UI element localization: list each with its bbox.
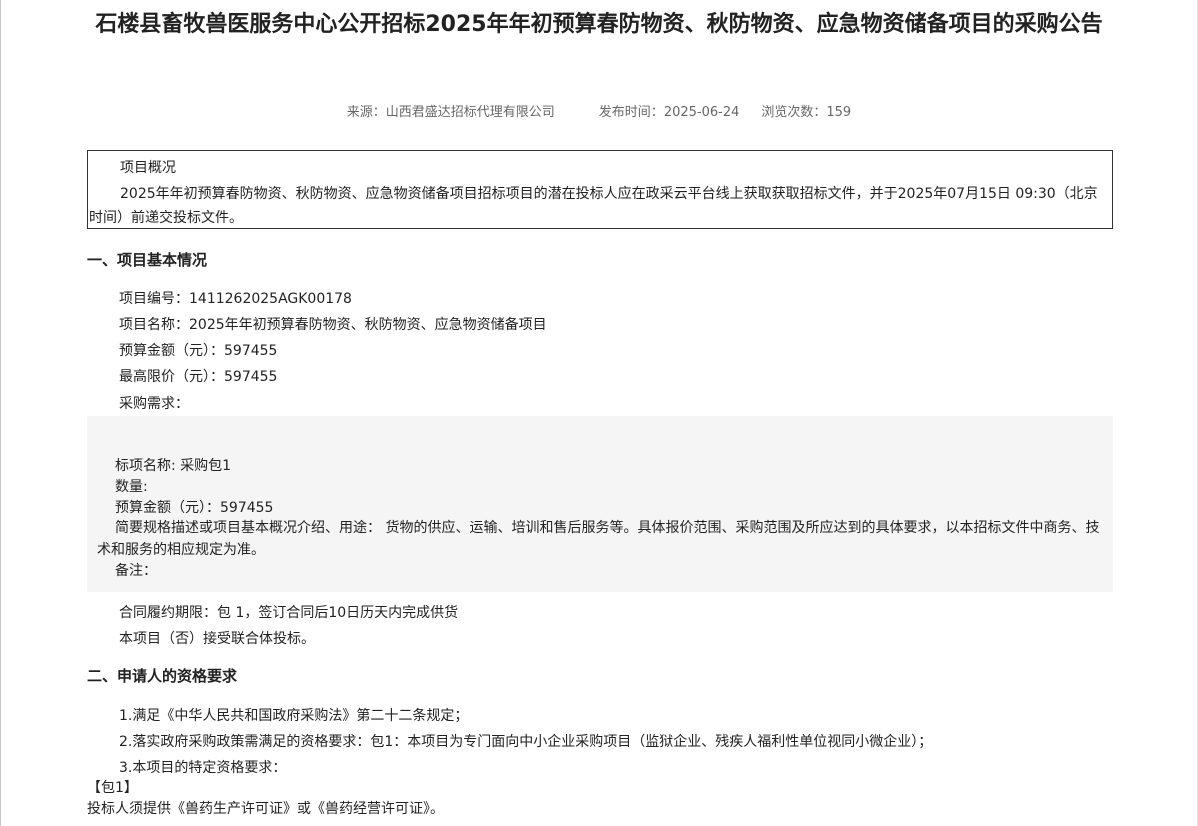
package-name: 标项名称: 采购包1	[115, 458, 232, 474]
package-tag: 【包1】	[87, 780, 138, 796]
article-meta: 来源：山西君盛达招标代理有限公司 发布时间：2025-06-24 浏览次数：159	[0, 101, 1198, 120]
page-left-border	[0, 0, 1, 826]
budget-amount: 预算金额（元）：597455	[119, 343, 278, 359]
page-title: 石楼县畜牧兽医服务中心公开招标2025年年初预算春防物资、秋防物资、应急物资储备…	[95, 12, 1103, 37]
view-count-label: 浏览次数：	[761, 105, 827, 120]
procurement-requirement-label: 采购需求：	[119, 396, 189, 412]
package-budget: 预算金额（元）：597455	[115, 500, 274, 516]
procurement-package-box: 标项名称: 采购包1 数量: 预算金额（元）：597455 简要规格描述或项目基…	[87, 416, 1113, 592]
project-number: 项目编号：1411262025AGK00178	[119, 291, 352, 307]
source-value: 山西君盛达招标代理有限公司	[385, 105, 555, 120]
project-overview-box: 项目概况 2025年年初预算春防物资、秋防物资、应急物资储备项目招标项目的潜在投…	[87, 150, 1113, 229]
package-description: 简要规格描述或项目基本概况介绍、用途： 货物的供应、运输、培训和售后服务等。具体…	[97, 520, 1100, 558]
qualification-item-3: 3.本项目的特定资格要求：	[119, 760, 287, 776]
contract-period: 合同履约期限：包 1，签订合同后10日历天内完成供货	[119, 605, 459, 621]
package-quantity: 数量:	[115, 479, 148, 495]
view-count-value: 159	[826, 105, 852, 120]
qualification-item-1: 1.满足《中华人民共和国政府采购法》第二十二条规定；	[119, 708, 469, 724]
package-remark: 备注：	[115, 563, 157, 579]
source-label: 来源：	[346, 105, 386, 120]
overview-heading: 项目概况	[120, 160, 176, 176]
consortium-note: 本项目（否）接受联合体投标。	[119, 631, 315, 647]
max-price: 最高限价（元）：597455	[119, 369, 278, 385]
overview-text: 2025年年初预算春防物资、秋防物资、应急物资储备项目招标项目的潜在投标人应在政…	[89, 186, 1098, 226]
publish-date-label: 发布时间：	[598, 105, 664, 120]
section-qualification-heading: 二、申请人的资格要求	[87, 667, 238, 685]
publish-date-value: 2025-06-24	[663, 105, 740, 120]
project-name: 项目名称：2025年年初预算春防物资、秋防物资、应急物资储备项目	[119, 317, 547, 333]
section-basic-info-heading: 一、项目基本情况	[87, 251, 208, 269]
qualification-item-2: 2.落实政府采购政策需满足的资格要求：包1：本项目为专门面向中小企业采购项目（监…	[119, 734, 933, 750]
package-specific-requirement: 投标人须提供《兽药生产许可证》或《兽药经营许可证》。	[87, 801, 444, 817]
